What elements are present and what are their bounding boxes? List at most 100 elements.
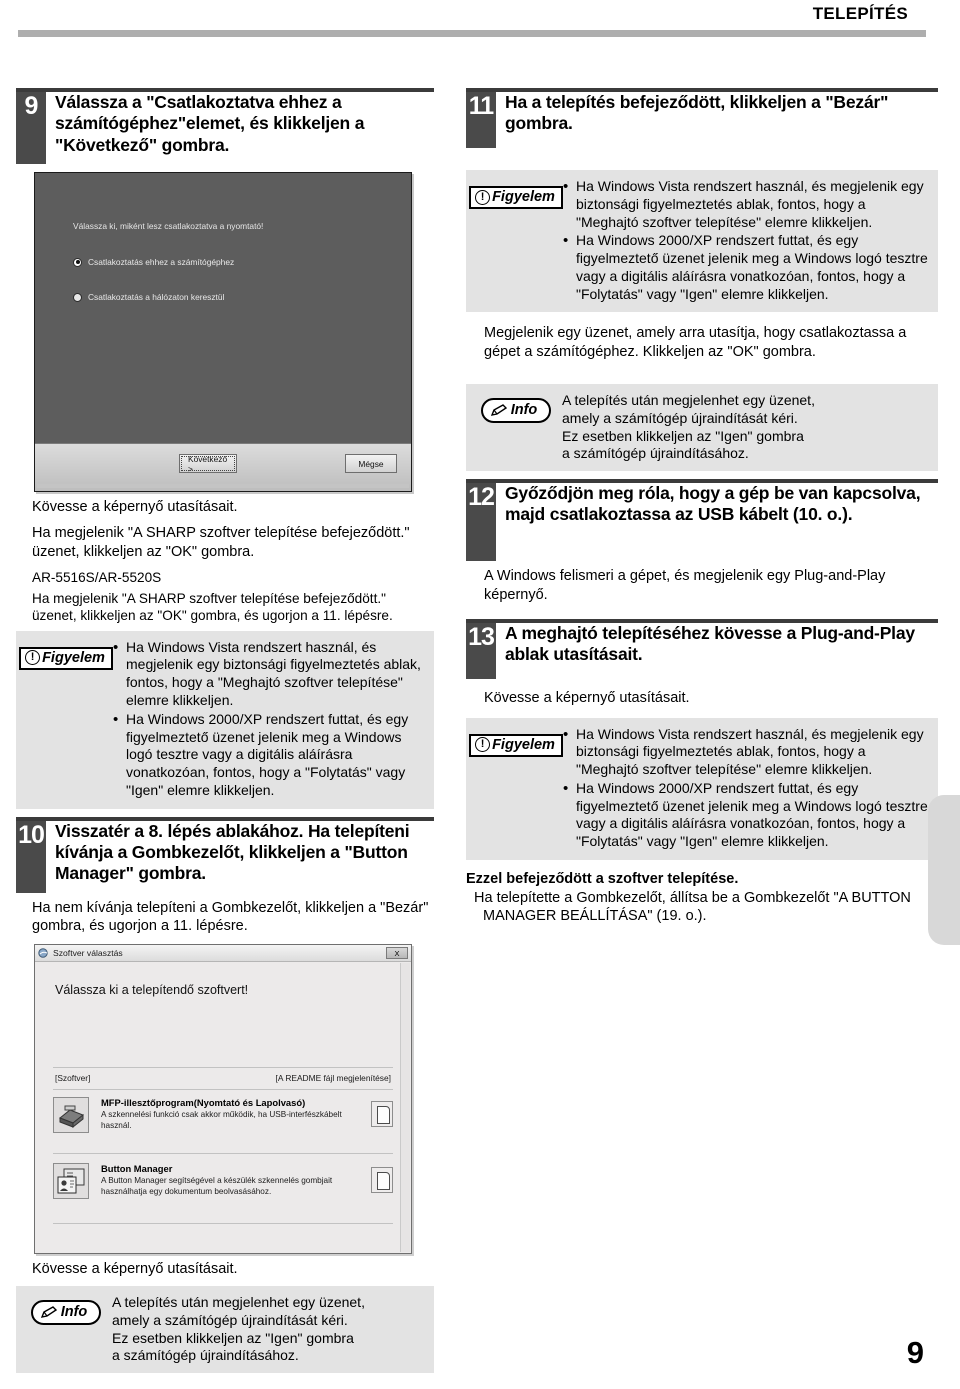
- app-icon: [38, 948, 49, 959]
- right-column: 11 Ha a telepítés befejeződött, klikkelj…: [466, 88, 938, 926]
- step-13: 13 A meghajtó telepítéséhez kövesse a Pl…: [466, 618, 938, 679]
- page-header: TELEPÍTÉS: [0, 0, 960, 48]
- header-rule: [18, 30, 926, 37]
- step-10-number: 10: [16, 820, 46, 893]
- figyelem-tag: ! Figyelem: [19, 646, 113, 670]
- info-body: A telepítés után megjelenhet egy üzenet,…: [562, 390, 930, 463]
- step-13-number: 13: [466, 622, 496, 679]
- step-12-number: 12: [466, 483, 496, 562]
- figyelem-body: Ha Windows Vista rendszert használ, és m…: [562, 176, 930, 304]
- info-line: A telepítés után megjelenhet egy üzenet,: [562, 392, 815, 409]
- figyelem-tag-label: Figyelem: [492, 189, 555, 205]
- closing-bullet: Ha telepítette a Gombkezelőt, állítsa be…: [474, 889, 911, 925]
- left-figyelem-note: ! Figyelem Ha Windows Vista rendszert ha…: [16, 630, 434, 809]
- figyelem-bullet: Ha Windows 2000/XP rendszert futtat, és …: [563, 231, 930, 303]
- exclamation-icon: !: [475, 189, 491, 205]
- page-edge-tab: [928, 795, 960, 945]
- step-13-title: A meghajtó telepítéséhez kövesse a Plug-…: [505, 622, 915, 665]
- left-info-note: Info A telepítés után megjelenhet egy üz…: [16, 1286, 434, 1374]
- button-manager-icon: [53, 1163, 89, 1200]
- figyelem-bullet: Ha Windows 2000/XP rendszert futtat, és …: [563, 779, 930, 851]
- left-follow-instructions-2: Kövesse a képernyő utasításait.: [32, 1261, 238, 1278]
- figyelem-tag: ! Figyelem: [469, 733, 563, 757]
- info-tag-wrap: Info: [470, 390, 562, 424]
- figyelem-bullet: Ha Windows Vista rendszert használ, és m…: [113, 638, 426, 710]
- figyelem-tag-wrap: ! Figyelem: [19, 637, 113, 670]
- step-11-title: Ha a telepítés befejeződött, klikkeljen …: [505, 92, 889, 134]
- wizard-footer: Következő > Mégse: [35, 443, 411, 491]
- radio-unselected-icon: [73, 292, 82, 302]
- figyelem-tag-label: Figyelem: [42, 649, 105, 666]
- list-item-name: Button Manager: [101, 1163, 173, 1175]
- step-9-title: Válassza a "Csatlakoztatva ehhez a számí…: [55, 92, 365, 155]
- closing-bold: Ezzel befejeződött a szoftver telepítése…: [466, 871, 739, 887]
- vertical-scrollbar[interactable]: [400, 963, 410, 1253]
- figyelem-body: Ha Windows Vista rendszert használ, és m…: [562, 724, 930, 852]
- wizard-option-2-label: Csatlakoztatás a hálózaton keresztül: [88, 292, 225, 302]
- page-title: TELEPÍTÉS: [812, 4, 908, 23]
- software-window-title: Szoftver választás: [53, 948, 123, 959]
- step-11-number: 11: [466, 92, 496, 148]
- wizard-screenshot: Válassza ki, miként lesz csatlakoztatva …: [34, 172, 434, 492]
- figyelem-tag-label: Figyelem: [492, 736, 555, 753]
- figyelem-bullet: Ha Windows 2000/XP rendszert futtat, és …: [113, 710, 426, 800]
- info-line: a számítógép újraindításához.: [562, 445, 749, 462]
- list-item[interactable]: Button Manager A Button Manager segítség…: [53, 1163, 393, 1200]
- figyelem-body: Ha Windows Vista rendszert használ, és m…: [112, 637, 426, 801]
- step-9-number: 9: [16, 92, 46, 164]
- info-tag: Info: [30, 1300, 102, 1326]
- exclamation-icon: !: [25, 650, 41, 666]
- wizard-prompt: Válassza ki, miként lesz csatlakoztatva …: [73, 221, 264, 231]
- step-12-title: Győződjön meg róla, hogy a gép be van ka…: [505, 483, 921, 525]
- software-window-titlebar: Szoftver választás X: [35, 945, 411, 963]
- left-follow-instructions: Kövesse a képernyő utasításait.: [32, 499, 238, 515]
- software-col-right-label: [A README fájl megjelenítése]: [275, 1073, 391, 1084]
- step-12: 12 Győződjön meg róla, hogy a gép be van…: [466, 479, 938, 562]
- exclamation-icon: !: [475, 737, 491, 753]
- pencil-icon: [490, 403, 508, 417]
- info-line: A telepítés után megjelenhet egy üzenet,: [112, 1294, 365, 1311]
- right-message-para: Megjelenik egy üzenet, amely arra utasít…: [484, 325, 907, 361]
- wizard-radio-local[interactable]: Csatlakoztatás ehhez a számítógéphez: [73, 257, 234, 267]
- software-rule-bottom: [53, 1223, 393, 1225]
- right-info-note: Info A telepítés után megjelenhet egy üz…: [466, 384, 938, 472]
- software-col-left-label: [Szoftver]: [55, 1073, 91, 1084]
- figyelem-bullet: Ha Windows Vista rendszert használ, és m…: [563, 177, 930, 231]
- list-item-desc: A szkennelési funkció csak akkor működik…: [101, 1110, 342, 1131]
- step-13-body: Kövesse a képernyő utasításait.: [484, 689, 690, 706]
- page-number: 9: [906, 1335, 924, 1370]
- info-body: A telepítés után megjelenhet egy üzenet,…: [112, 1292, 426, 1365]
- readme-document-icon[interactable]: [371, 1101, 393, 1128]
- info-line: amely a számítógép újraindítását kéri.: [112, 1311, 348, 1328]
- wizard-radio-network[interactable]: Csatlakoztatás a hálózaton keresztül: [73, 292, 224, 302]
- list-item[interactable]: MFP-illesztőprogram(Nyomtató és Lapolvas…: [53, 1097, 393, 1134]
- close-icon[interactable]: X: [386, 947, 408, 960]
- info-tag-wrap: Info: [20, 1292, 112, 1326]
- list-item-name: MFP-illesztőprogram(Nyomtató és Lapolvas…: [101, 1097, 306, 1109]
- radio-selected-icon: [73, 257, 82, 267]
- model-para: Ha megjelenik "A SHARP szoftver telepíté…: [32, 590, 393, 624]
- wizard-cancel-button[interactable]: Mégse: [345, 454, 397, 473]
- list-item-text: Button Manager A Button Manager segítség…: [89, 1163, 371, 1198]
- pencil-icon: [40, 1305, 58, 1319]
- readme-document-icon[interactable]: [371, 1167, 393, 1194]
- figyelem-tag-wrap: ! Figyelem: [469, 724, 563, 757]
- software-rule-between: [53, 1153, 393, 1155]
- printer-scanner-icon: [53, 1097, 89, 1134]
- software-rule-mid: [53, 1089, 393, 1091]
- wizard-body: Válassza ki, miként lesz csatlakoztatva …: [35, 173, 411, 445]
- wizard-next-button[interactable]: Következő >: [179, 454, 237, 474]
- figyelem-tag: ! Figyelem: [469, 186, 563, 209]
- info-tag-label: Info: [510, 402, 538, 419]
- step-10-title: Visszatér a 8. lépés ablakához. Ha telep…: [55, 820, 410, 884]
- right-figyelem-note: ! Figyelem Ha Windows Vista rendszert ha…: [466, 170, 938, 313]
- info-line: Ez esetben klikkeljen az "Igen" gombra: [562, 427, 804, 444]
- model-label: AR-5516S/AR-5520S: [32, 569, 162, 585]
- step-12-body: A Windows felismeri a gépet, és megjelen…: [484, 568, 886, 603]
- step-10: 10 Visszatér a 8. lépés ablakához. Ha te…: [16, 816, 434, 893]
- list-item-text: MFP-illesztőprogram(Nyomtató és Lapolvas…: [89, 1097, 371, 1132]
- info-line: Ez esetben klikkeljen az "Igen" gombra: [112, 1329, 354, 1346]
- step-10-body: Ha nem kívánja telepíteni a Gombkezelőt,…: [32, 899, 429, 935]
- figyelem-bullet: Ha Windows Vista rendszert használ, és m…: [563, 725, 930, 779]
- figyelem-tag-wrap: ! Figyelem: [469, 176, 563, 209]
